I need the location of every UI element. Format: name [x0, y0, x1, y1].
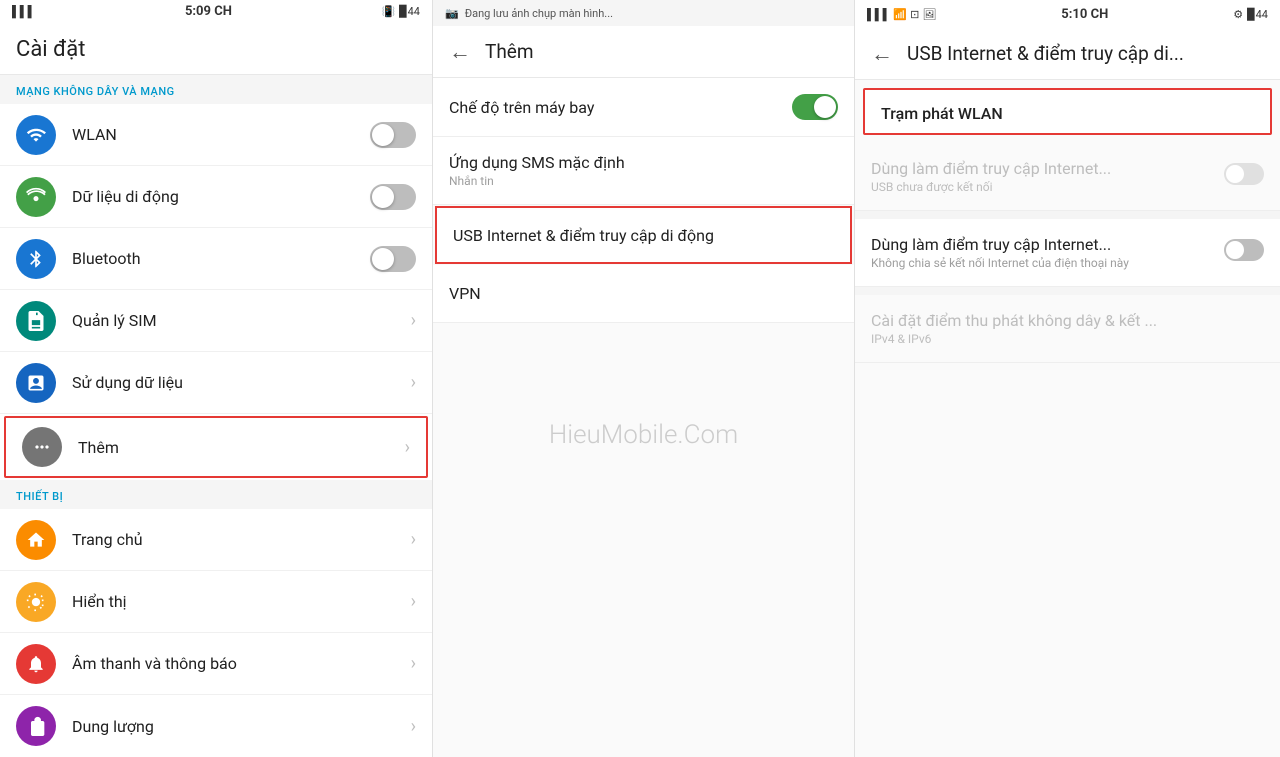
section-label-device: THIẾT BỊ [0, 480, 432, 509]
left-time: 5:09 CH [185, 4, 232, 19]
vpn-label: VPN [449, 284, 838, 303]
more-chevron: › [405, 437, 410, 458]
middle-panel: 📷 Đang lưu ảnh chụp màn hình... ← Thêm C… [433, 0, 855, 757]
sound-icon [16, 644, 56, 684]
menu-item-wlan[interactable]: WLAN [0, 104, 432, 166]
wlan-toggle[interactable] [370, 122, 416, 148]
sound-chevron: › [411, 653, 416, 674]
wlan-label: WLAN [72, 125, 370, 144]
middle-panel-title: Thêm [485, 40, 534, 63]
right-wifi-icon: 📶 [893, 8, 907, 21]
signal-bars: ▌▌▌ [12, 5, 35, 18]
storage-label: Dung lượng [72, 717, 411, 736]
left-right-icons: 📳 ▉44 [381, 5, 420, 18]
bluetooth-icon [16, 239, 56, 279]
notif-text: Đang lưu ảnh chụp màn hình... [465, 7, 613, 20]
menu-item-sound[interactable]: Âm thanh và thông báo › [0, 633, 432, 695]
wifi-settings-sub: IPv4 & IPv6 [871, 332, 1264, 346]
bluetooth-label: Bluetooth [72, 249, 370, 268]
usb-internet-sub: USB chưa được kết nối [871, 180, 1224, 194]
section-label-network: MẠNG KHÔNG DÂY VÀ MẠNG [0, 75, 432, 104]
right-battery-area: ⚙ ▉44 [1233, 8, 1268, 21]
more-icon [22, 427, 62, 467]
left-panel: ▌▌▌ 5:09 CH 📳 ▉44 Cài đặt MẠNG KHÔNG DÂY… [0, 0, 433, 757]
home-label: Trang chủ [72, 530, 411, 549]
middle-item-vpn[interactable]: VPN [433, 265, 854, 323]
menu-item-sim[interactable]: Quản lý SIM › [0, 290, 432, 352]
display-label: Hiển thị [72, 592, 411, 611]
sound-label: Âm thanh và thông báo [72, 654, 411, 673]
wifi-settings-title: Cài đặt điểm thu phát không dây & kết ..… [871, 311, 1264, 330]
right-cam-icon: 🖼 [922, 8, 936, 21]
home-icon [16, 520, 56, 560]
middle-notif-bar: 📷 Đang lưu ảnh chụp màn hình... [433, 0, 854, 26]
wlan-header: Trạm phát WLAN [865, 90, 1270, 133]
right-settings-icon: ⚙ [1233, 8, 1243, 21]
right-battery-icon: ▉44 [1247, 8, 1268, 21]
left-panel-title: Cài đặt [0, 23, 432, 75]
middle-item-usb[interactable]: USB Internet & điểm truy cập di động [435, 206, 852, 264]
sim-chevron: › [411, 310, 416, 331]
hotspot-title: Dùng làm điểm truy cập Internet... [871, 235, 1224, 254]
right-signal-icons: ▌▌▌ 📶 ⊡ 🖼 [867, 8, 936, 21]
display-icon [16, 582, 56, 622]
sim-label: Quản lý SIM [72, 311, 411, 330]
usb-internet-toggle[interactable] [1224, 163, 1264, 185]
right-signal: ▌▌▌ [867, 8, 890, 21]
middle-back-arrow[interactable]: ← [449, 39, 471, 65]
middle-item-airplane[interactable]: Chế độ trên máy bay [433, 78, 854, 137]
data-usage-label: Sử dụng dữ liệu [72, 373, 411, 392]
right-item-usb-internet[interactable]: Dùng làm điểm truy cập Internet... USB c… [855, 143, 1280, 211]
data-usage-chevron: › [411, 372, 416, 393]
menu-item-display[interactable]: Hiển thị › [0, 571, 432, 633]
left-status-bar: ▌▌▌ 5:09 CH 📳 ▉44 [0, 0, 432, 23]
camera-icon: 📷 [445, 7, 459, 20]
vibrate-icon: 📳 [381, 5, 395, 18]
right-item-hotspot[interactable]: Dùng làm điểm truy cập Internet... Không… [855, 219, 1280, 287]
right-back-arrow[interactable]: ← [871, 41, 893, 67]
hotspot-toggle[interactable] [1224, 239, 1264, 261]
right-wlan-section: Trạm phát WLAN [863, 88, 1272, 135]
menu-item-data-usage[interactable]: Sử dụng dữ liệu › [0, 352, 432, 414]
sms-sub: Nhắn tin [449, 174, 838, 188]
right-panel-header: ← USB Internet & điểm truy cập di... [855, 28, 1280, 80]
more-label: Thêm [78, 438, 405, 457]
menu-item-mobile-data[interactable]: Dữ liệu di động [0, 166, 432, 228]
hotspot-sub: Không chia sẻ kết nối Internet của điện … [871, 256, 1224, 270]
battery-icon: ▉44 [399, 5, 420, 18]
wlan-icon [16, 115, 56, 155]
usb-internet-title: Dùng làm điểm truy cập Internet... [871, 159, 1224, 178]
display-chevron: › [411, 591, 416, 612]
data-usage-icon [16, 363, 56, 403]
mobile-data-icon [16, 177, 56, 217]
divider-1 [855, 211, 1280, 219]
right-panel: ▌▌▌ 📶 ⊡ 🖼 5:10 CH ⚙ ▉44 ← USB Internet &… [855, 0, 1280, 757]
mobile-data-toggle[interactable] [370, 184, 416, 210]
right-status-bar: ▌▌▌ 📶 ⊡ 🖼 5:10 CH ⚙ ▉44 [855, 0, 1280, 28]
menu-item-storage[interactable]: Dung lượng › [0, 695, 432, 757]
storage-icon [16, 706, 56, 746]
right-extra-icon: ⊡ [910, 8, 919, 21]
menu-item-home[interactable]: Trang chủ › [0, 509, 432, 571]
menu-item-bluetooth[interactable]: Bluetooth [0, 228, 432, 290]
airplane-label: Chế độ trên máy bay [449, 98, 792, 117]
right-panel-title: USB Internet & điểm truy cập di... [907, 42, 1184, 65]
home-chevron: › [411, 529, 416, 550]
sms-label: Ứng dụng SMS mặc định [449, 153, 838, 172]
mobile-data-label: Dữ liệu di động [72, 187, 370, 206]
left-signal-icons: ▌▌▌ [12, 5, 35, 18]
watermark: HieuMobile.Com [549, 420, 738, 450]
airplane-toggle[interactable] [792, 94, 838, 120]
divider-2 [855, 287, 1280, 295]
sim-icon [16, 301, 56, 341]
middle-item-sms[interactable]: Ứng dụng SMS mặc định Nhắn tin [433, 137, 854, 205]
usb-label: USB Internet & điểm truy cập di động [453, 226, 834, 245]
right-item-wifi-settings[interactable]: Cài đặt điểm thu phát không dây & kết ..… [855, 295, 1280, 363]
middle-panel-header: ← Thêm [433, 26, 854, 78]
right-time: 5:10 CH [1061, 7, 1108, 22]
storage-chevron: › [411, 716, 416, 737]
bluetooth-toggle[interactable] [370, 246, 416, 272]
menu-item-more[interactable]: Thêm › [4, 416, 428, 478]
